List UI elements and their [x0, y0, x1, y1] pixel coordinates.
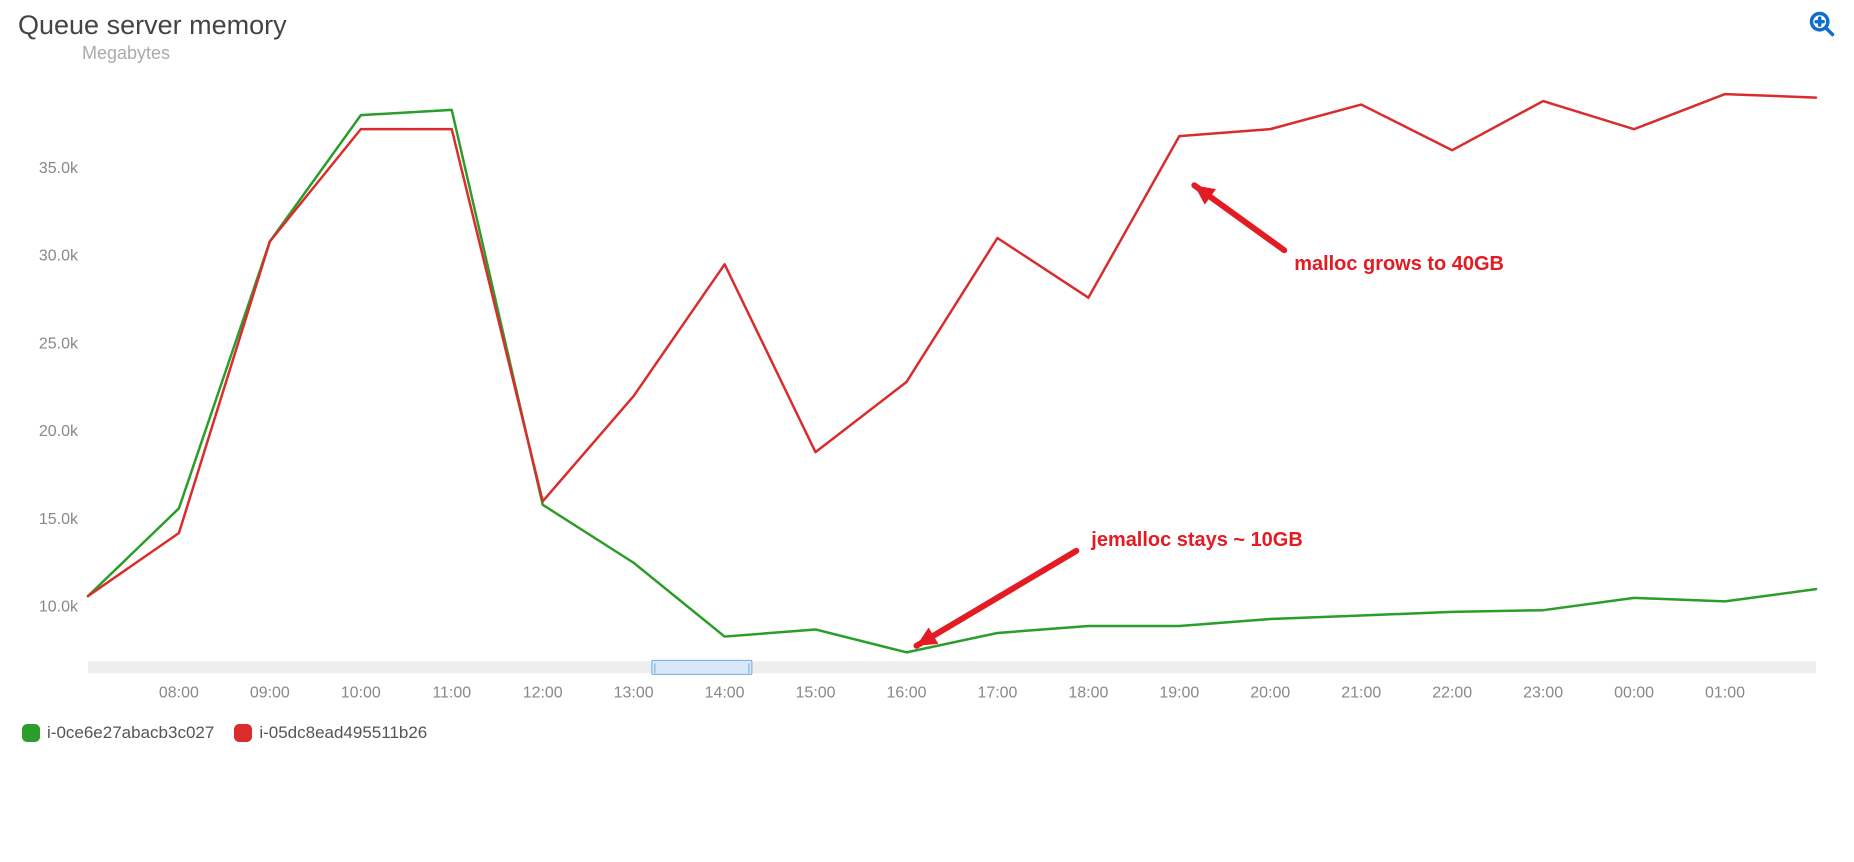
legend-item[interactable]: i-0ce6e27abacb3c027 [22, 723, 214, 743]
legend-item[interactable]: i-05dc8ead495511b26 [234, 723, 427, 743]
x-tick-label: 09:00 [250, 684, 290, 701]
x-tick-label: 12:00 [523, 684, 563, 701]
x-tick-label: 01:00 [1705, 684, 1745, 701]
legend-label: i-0ce6e27abacb3c027 [47, 723, 214, 743]
y-tick-label: 35.0k [39, 160, 78, 177]
time-scrub-handle[interactable] [652, 660, 752, 674]
x-tick-label: 00:00 [1614, 684, 1654, 701]
x-tick-label: 08:00 [159, 684, 199, 701]
x-tick-label: 20:00 [1250, 684, 1290, 701]
x-tick-label: 13:00 [614, 684, 654, 701]
x-tick-label: 17:00 [977, 684, 1017, 701]
legend-swatch [234, 724, 252, 742]
annotation-arrow [916, 551, 1076, 646]
legend: i-0ce6e27abacb3c027 i-05dc8ead495511b26 [18, 723, 1836, 743]
x-tick-label: 19:00 [1159, 684, 1199, 701]
series-line [88, 94, 1816, 596]
x-tick-label: 22:00 [1432, 684, 1472, 701]
y-tick-label: 20.0k [39, 423, 78, 440]
y-tick-label: 30.0k [39, 248, 78, 265]
x-tick-label: 21:00 [1341, 684, 1381, 701]
time-scrub-track[interactable] [88, 661, 1816, 673]
x-tick-label: 18:00 [1068, 684, 1108, 701]
chart-title: Queue server memory [18, 10, 287, 41]
x-tick-label: 14:00 [705, 684, 745, 701]
x-tick-label: 23:00 [1523, 684, 1563, 701]
zoom-in-icon[interactable] [1808, 10, 1836, 43]
legend-swatch [22, 724, 40, 742]
annotation-jemalloc: jemalloc stays ~ 10GB [1090, 529, 1302, 551]
y-tick-label: 10.0k [39, 599, 78, 616]
series-line [88, 110, 1816, 652]
x-tick-label: 15:00 [796, 684, 836, 701]
x-tick-label: 16:00 [887, 684, 927, 701]
annotation-malloc: malloc grows to 40GB [1294, 253, 1504, 275]
x-tick-label: 10:00 [341, 684, 381, 701]
legend-label: i-05dc8ead495511b26 [259, 723, 427, 743]
memory-chart: 10.0k 15.0k 20.0k 25.0k 30.0k 35.0k 08:00 09:00… [18, 70, 1836, 709]
y-axis-label: Megabytes [82, 43, 287, 64]
y-tick-label: 25.0k [39, 335, 78, 352]
x-tick-label: 11:00 [432, 684, 471, 701]
y-tick-label: 15.0k [39, 511, 78, 528]
